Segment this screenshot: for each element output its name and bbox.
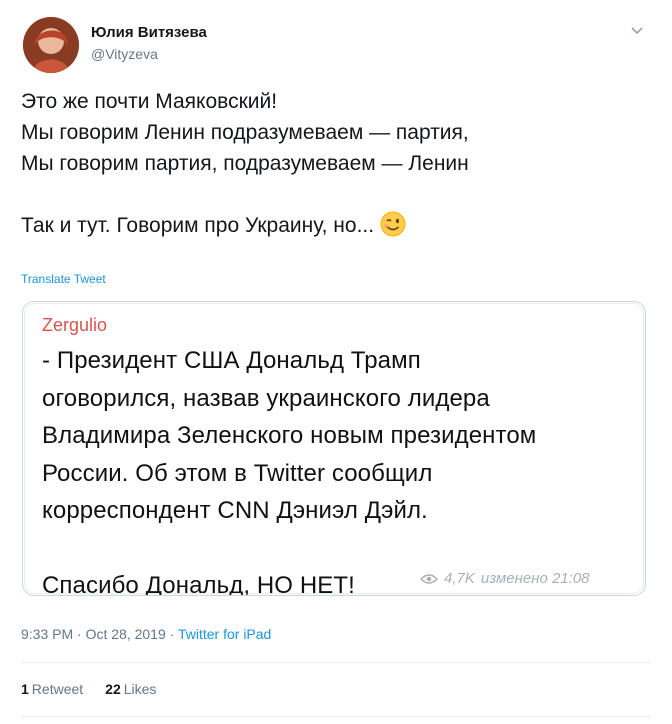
avatar-image (23, 17, 79, 73)
author-name[interactable]: Юлия Витязева (91, 24, 207, 41)
quoted-edited: изменено 21:08 (480, 570, 590, 587)
quoted-author: Zergulio (42, 315, 108, 335)
tweet-date[interactable]: Oct 28, 2019 (86, 626, 166, 642)
quoted-meta: 4,7K изменено 21:08 (420, 570, 590, 587)
quoted-image[interactable]: Zergulio - Президент США Дональд Трамп о… (22, 301, 646, 596)
avatar[interactable] (23, 17, 79, 73)
meta-separator-2: · (165, 626, 178, 642)
quoted-text: - Президент США Дональд Трамп оговорился… (42, 347, 537, 596)
tweet-text: Это же почти Маяковский! Мы говорим Лени… (21, 86, 641, 241)
tweet-card: Юлия Витязева @Vityzeva Это же почти Мая… (0, 0, 672, 724)
retweets-label: Retweet (31, 681, 84, 697)
meta-separator: · (73, 626, 86, 642)
retweets-stat[interactable]: 1 Retweet (21, 681, 83, 697)
likes-label: Likes (123, 681, 157, 697)
likes-count: 22 (105, 681, 121, 697)
winking-face-emoji (380, 211, 406, 237)
quoted-views: 4,7K (444, 570, 475, 587)
tweet-stats: 1 Retweet 22 Likes (21, 681, 156, 697)
quoted-image-content: Zergulio - Президент США Дональд Трамп о… (24, 303, 644, 596)
eye-icon (420, 573, 438, 584)
tweet-timestamp: 9:33 PM · Oct 28, 2019 · Twitter for iPa… (21, 626, 271, 642)
retweets-count: 1 (21, 681, 29, 697)
tweet-source-link[interactable]: Twitter for iPad (178, 626, 271, 642)
chevron-down-icon[interactable] (630, 24, 644, 38)
divider-bottom (21, 716, 651, 717)
author-handle[interactable]: @Vityzeva (91, 46, 158, 62)
tweet-time[interactable]: 9:33 PM (21, 626, 73, 642)
likes-stat[interactable]: 22 Likes (105, 681, 156, 697)
translate-tweet-link[interactable]: Translate Tweet (21, 272, 106, 286)
divider (21, 662, 651, 663)
